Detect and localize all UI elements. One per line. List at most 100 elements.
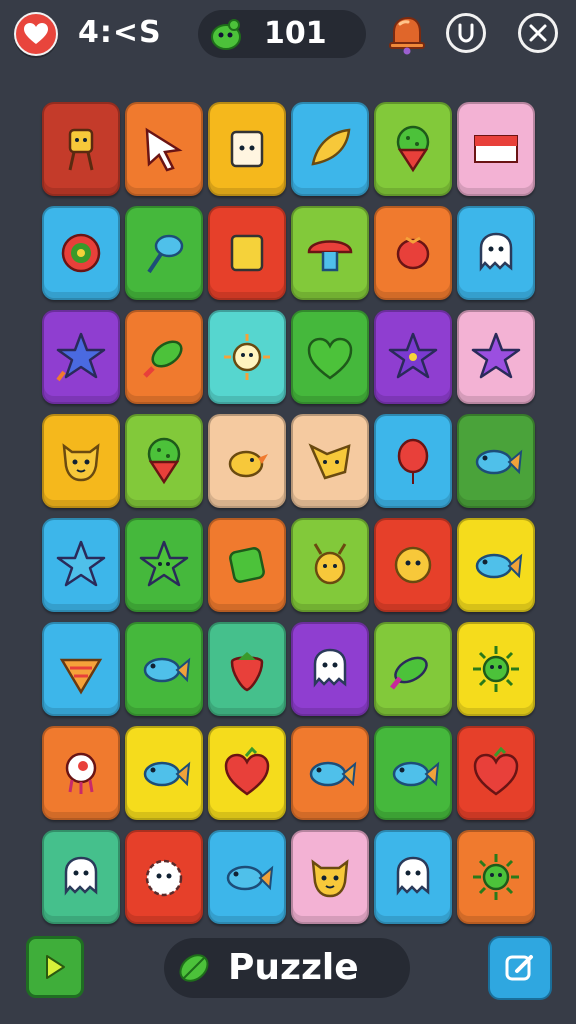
tile[interactable]: [208, 102, 286, 196]
bug-face-icon: [313, 543, 347, 585]
tile[interactable]: [42, 414, 120, 508]
tile[interactable]: [457, 414, 535, 508]
tile[interactable]: [42, 102, 120, 196]
tile[interactable]: [42, 726, 120, 820]
green-star-icon: [139, 540, 189, 587]
tile[interactable]: [457, 726, 535, 820]
tile[interactable]: [125, 518, 203, 612]
tile[interactable]: [374, 414, 452, 508]
mode-label: Puzzle: [228, 947, 359, 988]
purple-star-icon: [471, 332, 521, 379]
tile[interactable]: [374, 206, 452, 300]
tile[interactable]: [125, 102, 203, 196]
green-sun-icon: [473, 854, 519, 900]
heart-icon: [24, 23, 48, 44]
tile[interactable]: [291, 518, 369, 612]
tile[interactable]: [125, 830, 203, 924]
red-pepper-icon: [396, 236, 430, 270]
tile[interactable]: [125, 726, 203, 820]
ice-cream-icon: [147, 437, 181, 485]
tile[interactable]: [42, 206, 120, 300]
lives-button[interactable]: [14, 12, 58, 56]
tile[interactable]: [208, 830, 286, 924]
tile[interactable]: [125, 622, 203, 716]
tile[interactable]: [42, 830, 120, 924]
tile[interactable]: [291, 726, 369, 820]
tile[interactable]: [42, 518, 120, 612]
play-button[interactable]: [26, 936, 84, 998]
fox-icon: [308, 443, 351, 480]
rainbow-fish-icon: [390, 656, 428, 690]
play-icon: [46, 955, 65, 979]
close-button[interactable]: [518, 13, 558, 53]
tile[interactable]: [42, 622, 120, 716]
tile[interactable]: [374, 622, 452, 716]
tile[interactable]: [291, 830, 369, 924]
shield-icon: [458, 23, 474, 43]
close-icon: [529, 24, 547, 42]
tile[interactable]: [374, 518, 452, 612]
green-sun-icon: [473, 646, 519, 692]
leaf-icon: [179, 954, 209, 982]
tile[interactable]: [291, 206, 369, 300]
bell-icon[interactable]: [386, 12, 426, 56]
edit-icon: [505, 955, 533, 981]
white-fluff-icon: [145, 859, 183, 897]
tile[interactable]: [457, 310, 535, 404]
shield-button[interactable]: [446, 13, 486, 53]
racket-fish-icon: [147, 234, 184, 274]
tile[interactable]: [125, 414, 203, 508]
tile[interactable]: [208, 206, 286, 300]
blue-fish-icon: [226, 865, 274, 891]
tile[interactable]: [291, 414, 369, 508]
tile[interactable]: [125, 206, 203, 300]
tile[interactable]: [42, 310, 120, 404]
tile[interactable]: [125, 310, 203, 404]
blue-fish-icon: [309, 761, 357, 787]
arrow-cursor-icon: [145, 127, 183, 172]
target-icon: [61, 233, 101, 273]
top-bar: 4:<S 101: [0, 0, 576, 70]
cat-face-icon: [311, 859, 349, 898]
tile[interactable]: [457, 622, 535, 716]
tile[interactable]: [291, 622, 369, 716]
green-blob-coin-icon: [211, 19, 241, 50]
bird-icon: [228, 450, 268, 478]
red-heart-icon: [224, 746, 270, 796]
edit-button[interactable]: [488, 936, 552, 1000]
ghost-icon: [313, 648, 347, 688]
mushroom-icon: [307, 240, 353, 272]
red-balloon-icon: [397, 438, 429, 484]
tile[interactable]: [208, 518, 286, 612]
tile[interactable]: [457, 830, 535, 924]
shell-icon: [59, 658, 103, 695]
blue-fish-icon: [143, 761, 191, 787]
game-board: [42, 102, 535, 924]
tile[interactable]: [208, 726, 286, 820]
red-heart-icon: [473, 746, 519, 796]
tile[interactable]: [291, 310, 369, 404]
tile[interactable]: [457, 206, 535, 300]
flower-face-icon: [394, 546, 432, 584]
flag-icon: [474, 135, 518, 163]
tile[interactable]: [291, 102, 369, 196]
blue-fish-icon: [475, 449, 523, 475]
blue-fish-icon: [143, 657, 191, 683]
blue-fish-icon: [392, 761, 440, 787]
tile[interactable]: [457, 102, 535, 196]
tile[interactable]: [374, 310, 452, 404]
mode-selector[interactable]: Puzzle: [164, 938, 410, 998]
tile[interactable]: [208, 414, 286, 508]
green-heart-icon: [307, 337, 353, 380]
green-box-icon: [229, 547, 265, 583]
tile[interactable]: [208, 310, 286, 404]
ghost-icon: [479, 232, 513, 272]
tile[interactable]: [374, 726, 452, 820]
timer-text: 4:<S: [78, 15, 162, 50]
tile[interactable]: [208, 622, 286, 716]
ghost-icon: [64, 856, 98, 896]
tile[interactable]: [374, 830, 452, 924]
star-rocket-icon: [56, 332, 106, 382]
tile[interactable]: [457, 518, 535, 612]
tile[interactable]: [374, 102, 452, 196]
